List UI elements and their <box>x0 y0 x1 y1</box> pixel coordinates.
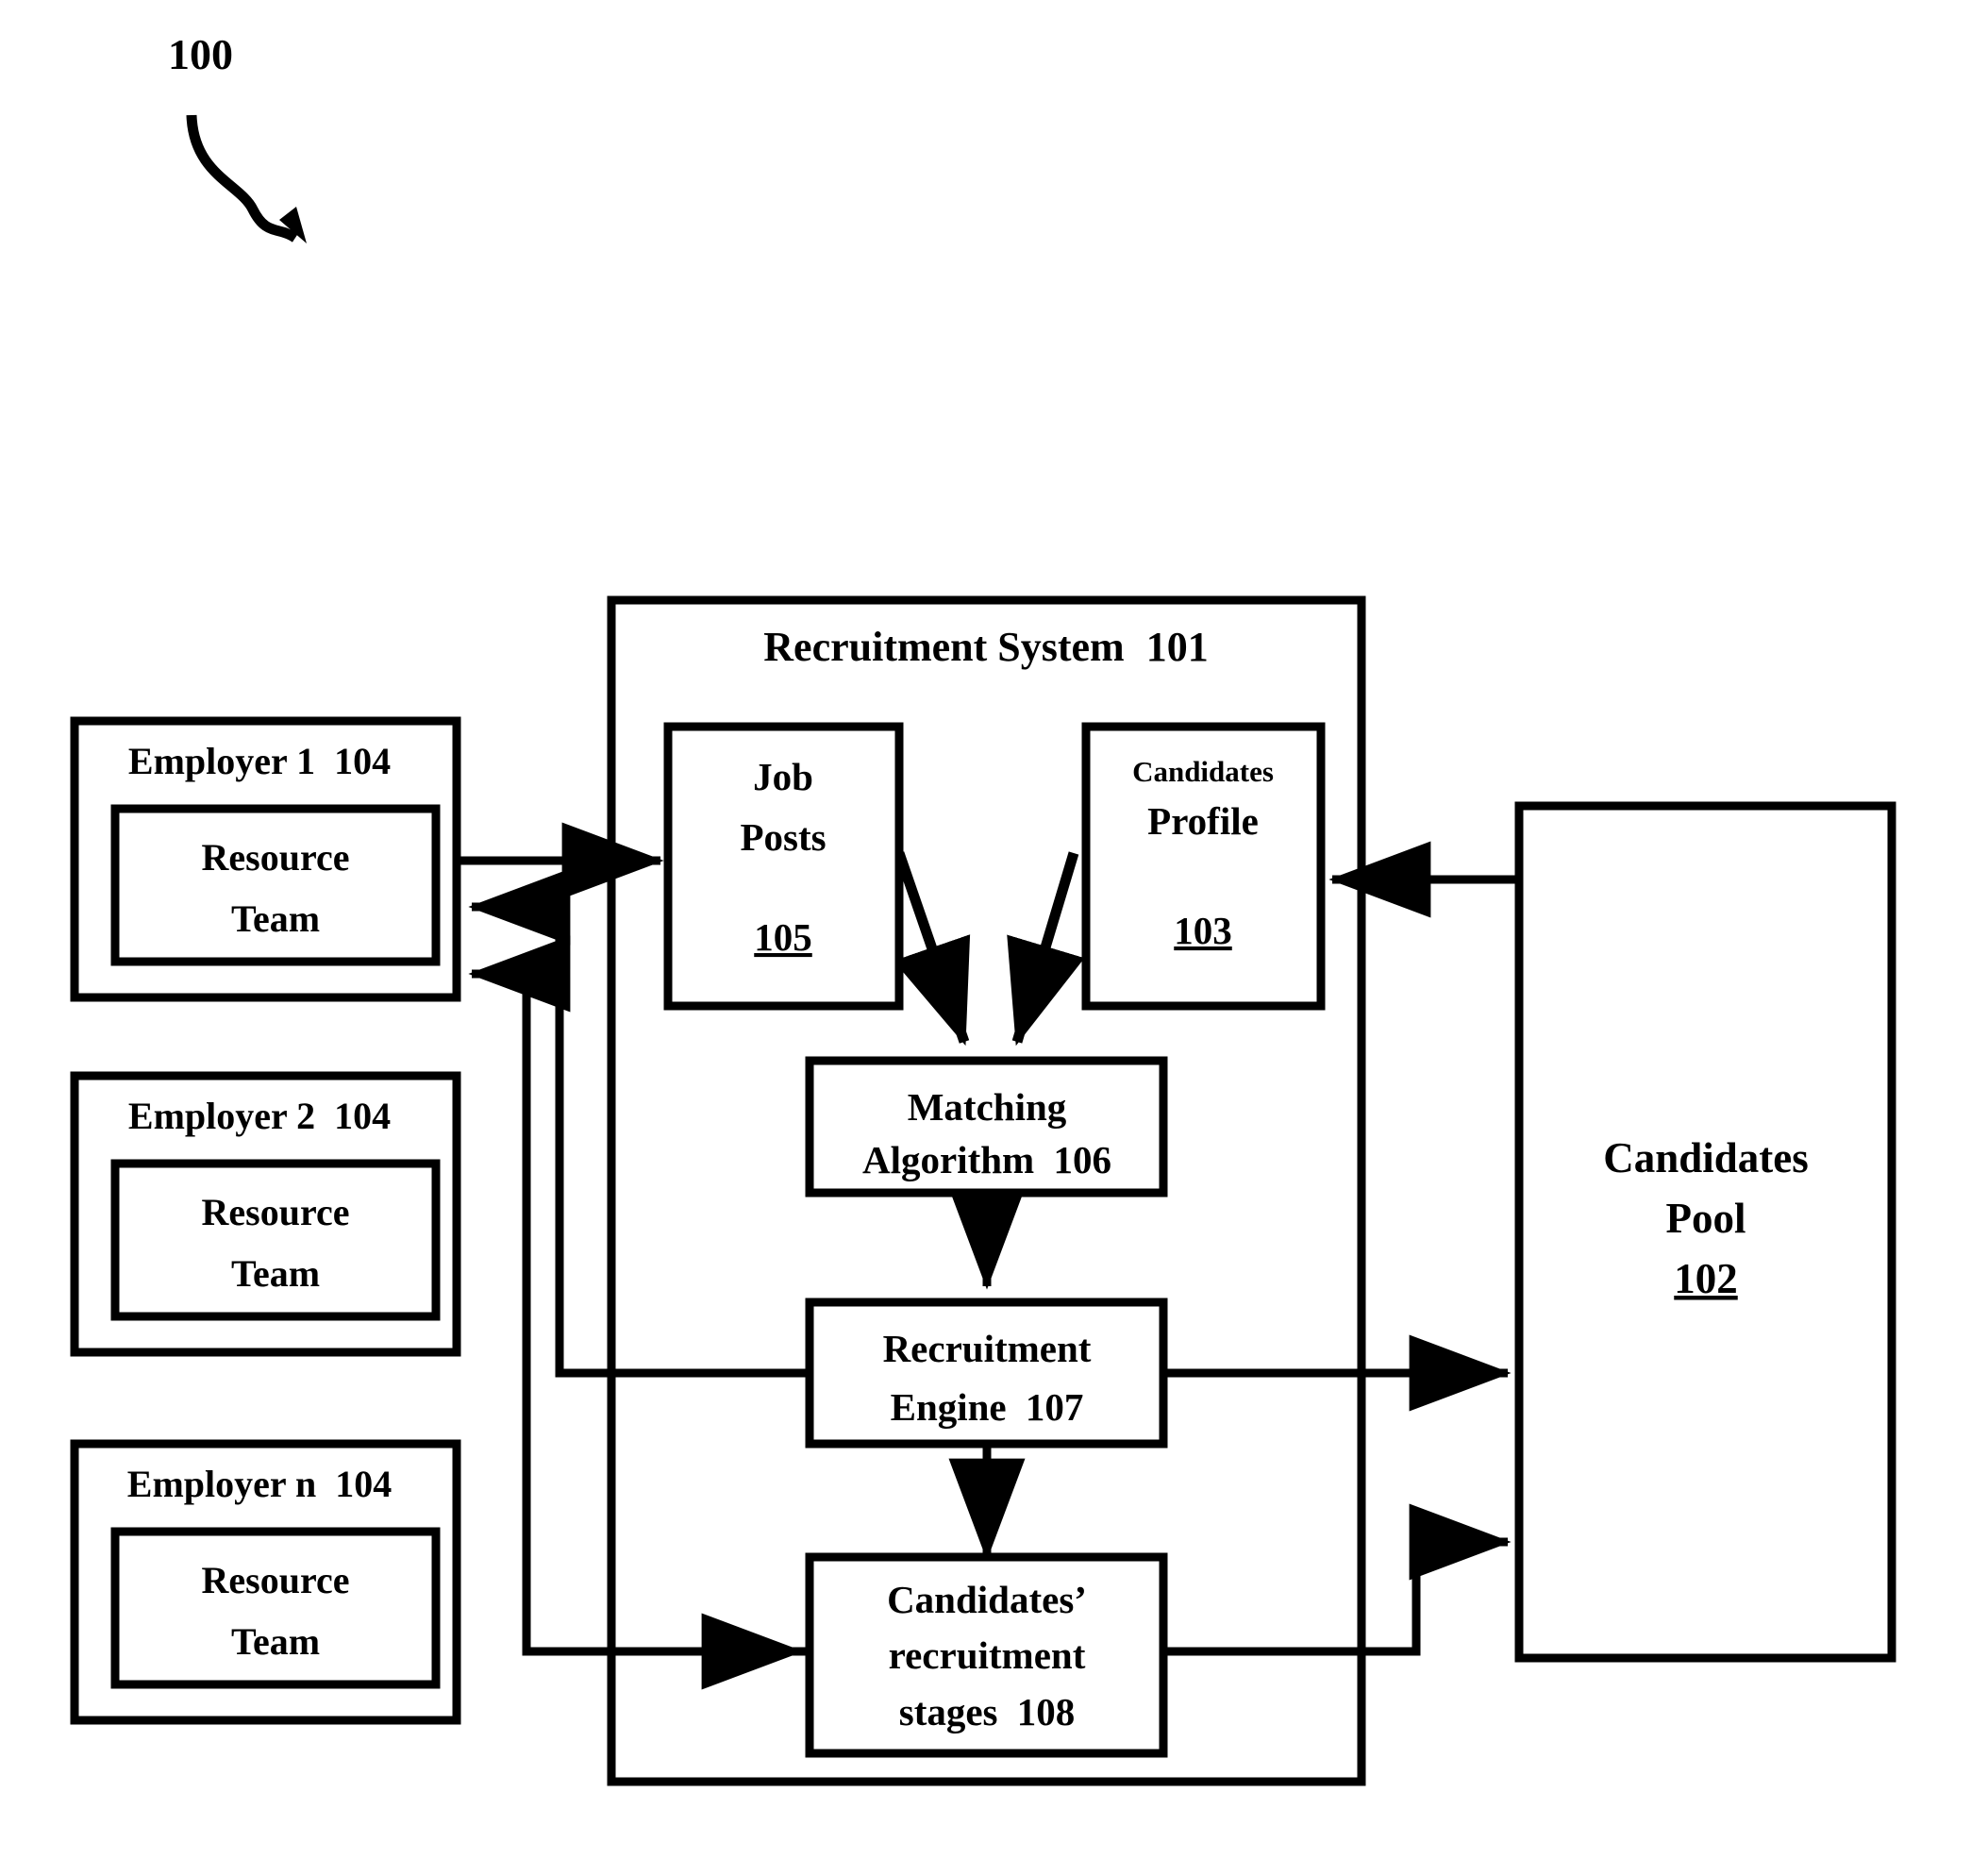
employer-2-team-line2: Team <box>231 1252 320 1295</box>
job-posts-line1: Job <box>753 755 813 798</box>
candidates-profile-line1: Candidates <box>1132 755 1274 788</box>
figure-number: 100 <box>168 30 233 78</box>
candidates-stages-line2: recruitment <box>889 1633 1086 1677</box>
employer-n-team-line2: Team <box>231 1620 320 1663</box>
matching-algorithm-line1: Matching <box>908 1085 1067 1129</box>
candidates-pool-line1: Candidates <box>1603 1134 1809 1181</box>
candidates-profile-ref: 103 <box>1174 909 1232 952</box>
candidates-stages-line3: stages 108 <box>899 1690 1076 1734</box>
candidates-stages-line1: Candidates’ <box>887 1578 1087 1621</box>
job-posts-line2: Posts <box>740 815 826 859</box>
recruitment-engine-line1: Recruitment <box>883 1327 1092 1370</box>
curved-arrow-icon <box>186 114 299 243</box>
employer-n-label: Employer n 104 <box>127 1463 392 1505</box>
recruitment-system-title: Recruitment System 101 <box>763 624 1208 670</box>
employer-n-team-line1: Resource <box>202 1559 350 1601</box>
diagram-canvas: 100 Recruitment System 101 Employer 1 10… <box>70 30 1896 1786</box>
candidates-profile-line2: Profile <box>1147 799 1259 843</box>
employer-2-label: Employer 2 104 <box>128 1095 391 1137</box>
employer-1-team-line1: Resource <box>202 836 350 879</box>
employer-1-team-line2: Team <box>231 897 320 940</box>
candidates-pool-ref: 102 <box>1674 1255 1738 1302</box>
employer-2-team-line1: Resource <box>202 1191 350 1233</box>
candidates-pool-line2: Pool <box>1666 1195 1746 1242</box>
patent-figure: 100 Recruitment System 101 Employer 1 10… <box>0 0 1971 1876</box>
recruitment-engine-line2: Engine 107 <box>891 1385 1084 1429</box>
employer-1-label: Employer 1 104 <box>128 740 391 782</box>
matching-algorithm-line2: Algorithm 106 <box>862 1138 1111 1181</box>
job-posts-ref: 105 <box>754 915 812 959</box>
